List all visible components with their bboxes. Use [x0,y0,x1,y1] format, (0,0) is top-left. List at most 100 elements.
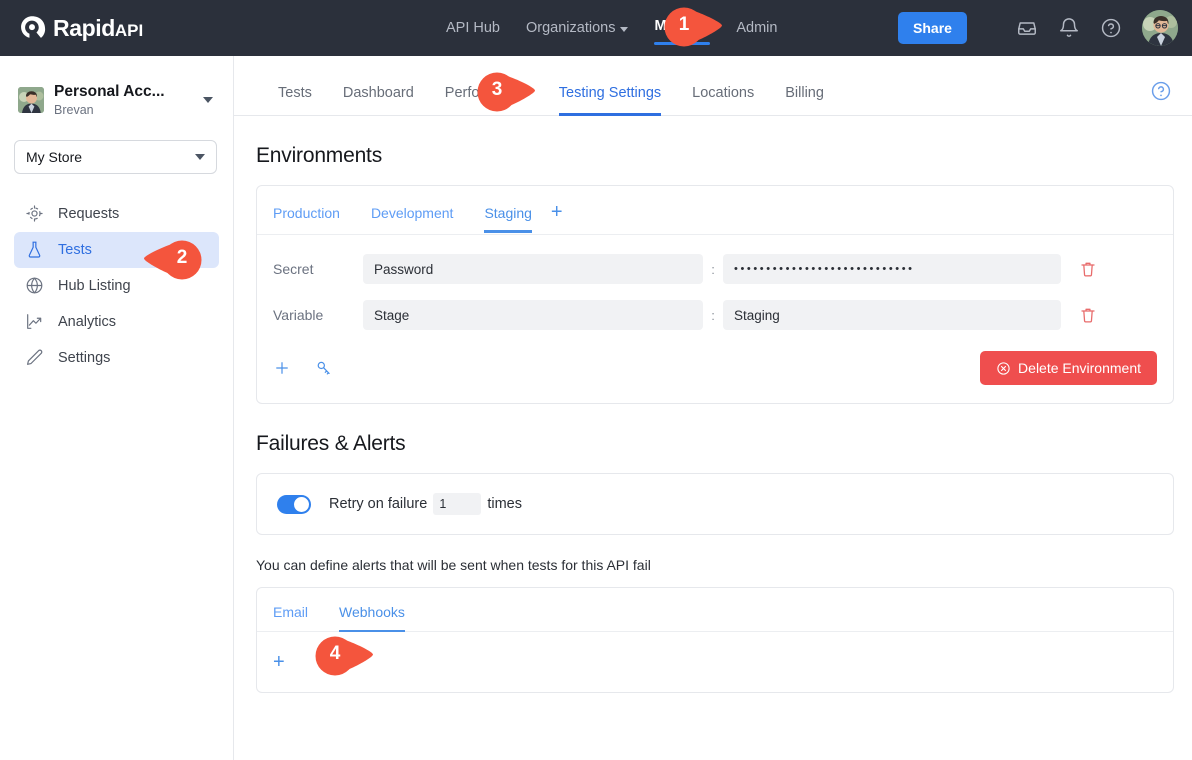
plus-icon[interactable] [273,359,291,377]
variable-value-input[interactable] [723,300,1061,330]
rapidapi-logo[interactable]: RapidAPI [18,14,143,42]
account-text: Personal Acc... Brevan [54,83,193,118]
topnav-label: Organizations [526,19,616,36]
account-avatar-image [18,87,44,114]
pencil-icon [27,349,43,365]
tab-billing[interactable]: Billing [785,85,824,115]
topnav-label: Admin [736,19,778,36]
sidebar-item-label: Analytics [58,313,117,330]
topnav-admin[interactable]: Admin [736,21,777,36]
environments-footer: Delete Environment [257,341,1173,403]
env-tab-staging[interactable]: Staging [484,205,533,233]
tab-performance[interactable]: Performance [445,85,528,115]
variable-key-input[interactable] [363,300,703,330]
row-type-label: Variable [273,307,324,323]
store-select[interactable]: My Store [14,139,217,174]
top-bar: RapidAPI API Hub Organizations My APIs A… [0,0,1192,56]
top-navigation: API Hub Organizations My APIs Admin [446,0,777,56]
sidebar-item-hub-listing[interactable]: Hub Listing [14,268,219,304]
sidebar-item-label: Hub Listing [58,277,131,294]
sidebar-item-label: Requests [58,205,120,222]
sidebar-item-label: Tests [58,241,92,258]
logo-brand: Rapid [53,14,115,41]
sidebar-nav: Requests Tests Hub Listing Analytics Set… [0,196,233,376]
settings-content: Environments Production Development Stag… [234,144,1192,693]
toggle-knob [294,496,309,512]
key-icon[interactable] [315,359,333,377]
topnav-api-hub[interactable]: API Hub [446,21,500,36]
environments-card: Production Development Staging + Secret … [256,185,1174,404]
sidebar-item-analytics[interactable]: Analytics [14,304,219,340]
chart-up-icon [27,314,42,329]
environment-tabs: Production Development Staging + [257,186,1173,235]
inbox-icon[interactable] [1016,17,1038,39]
sidebar-item-tests[interactable]: Tests [14,231,219,268]
chevron-down-icon [195,153,205,160]
share-button[interactable]: Share [898,12,967,44]
row-separator: : [711,261,715,277]
retry-count-input[interactable] [433,493,482,515]
env-tab-development[interactable]: Development [371,205,454,232]
topnav-my-apis[interactable]: My APIs [654,18,711,45]
retry-label-before: Retry on failure [329,495,428,512]
sidebar: Personal Acc... Brevan My Store Requests… [0,56,234,760]
retry-label-after: times [487,495,522,512]
environments-title: Environments [256,144,382,167]
logo-text: RapidAPI [53,14,144,41]
help-circle-icon[interactable] [1150,80,1172,102]
tab-locations[interactable]: Locations [692,85,754,115]
add-alert-button[interactable]: + [273,652,285,672]
globe-icon [26,277,43,294]
failures-title: Failures & Alerts [256,432,406,455]
account-subtitle: Brevan [54,102,94,117]
tab-testing-settings[interactable]: Testing Settings [558,85,662,116]
alerts-body: + [257,632,1173,692]
main-content: Tests Dashboard Performance Testing Sett… [234,56,1192,760]
chevron-down-icon [620,26,629,32]
topnav-label: API Hub [446,19,500,36]
env-tab-production[interactable]: Production [273,205,340,232]
retry-toggle[interactable] [277,494,311,514]
main-tab-bar: Tests Dashboard Performance Testing Sett… [234,56,1192,116]
retry-row: Retry on failure times [329,493,522,515]
tab-dashboard[interactable]: Dashboard [343,85,414,115]
sidebar-item-requests[interactable]: Requests [14,196,219,232]
sidebar-item-settings[interactable]: Settings [14,340,219,376]
chevron-down-icon [203,97,213,104]
help-icon[interactable] [1100,17,1122,39]
secret-value-input[interactable]: •••••••••••••••••••••••••••• [723,254,1061,284]
sidebar-item-label: Settings [58,349,111,366]
delete-environment-button[interactable]: Delete Environment [980,351,1157,385]
environment-row: Secret : •••••••••••••••••••••••••••• [257,249,1173,289]
top-bar-icons [1016,0,1178,56]
store-select-value: My Store [26,148,83,165]
target-icon [26,205,43,222]
account-switcher[interactable]: Personal Acc... Brevan [0,56,233,118]
trash-icon[interactable] [1079,306,1097,324]
alert-tab-email[interactable]: Email [273,604,308,631]
trash-icon[interactable] [1079,260,1097,278]
add-environment-button[interactable]: + [551,202,563,234]
secret-key-input[interactable] [363,254,703,284]
alert-tab-webhooks[interactable]: Webhooks [339,604,405,632]
delete-environment-label: Delete Environment [1018,360,1141,376]
bell-icon[interactable] [1058,17,1080,39]
account-name: Personal Acc... [54,83,165,100]
alerts-note: You can define alerts that will be sent … [256,557,651,573]
flask-icon [28,241,41,258]
rapidapi-logo-icon [21,16,46,38]
logo-suffix: API [114,20,144,40]
account-avatar [18,87,44,114]
avatar-image [1142,10,1178,46]
row-type-label: Secret [273,261,314,277]
topnav-label: My APIs [654,18,711,35]
avatar[interactable] [1142,10,1178,46]
retry-card: Retry on failure times [256,473,1174,535]
topnav-organizations[interactable]: Organizations [526,19,629,36]
cancel-circle-icon [997,361,1010,375]
environment-rows: Secret : •••••••••••••••••••••••••••• Va… [257,235,1173,335]
tab-tests[interactable]: Tests [278,85,312,115]
alert-tabs: Email Webhooks [257,588,1173,632]
row-separator: : [711,307,715,323]
environment-row: Variable : [257,295,1173,335]
